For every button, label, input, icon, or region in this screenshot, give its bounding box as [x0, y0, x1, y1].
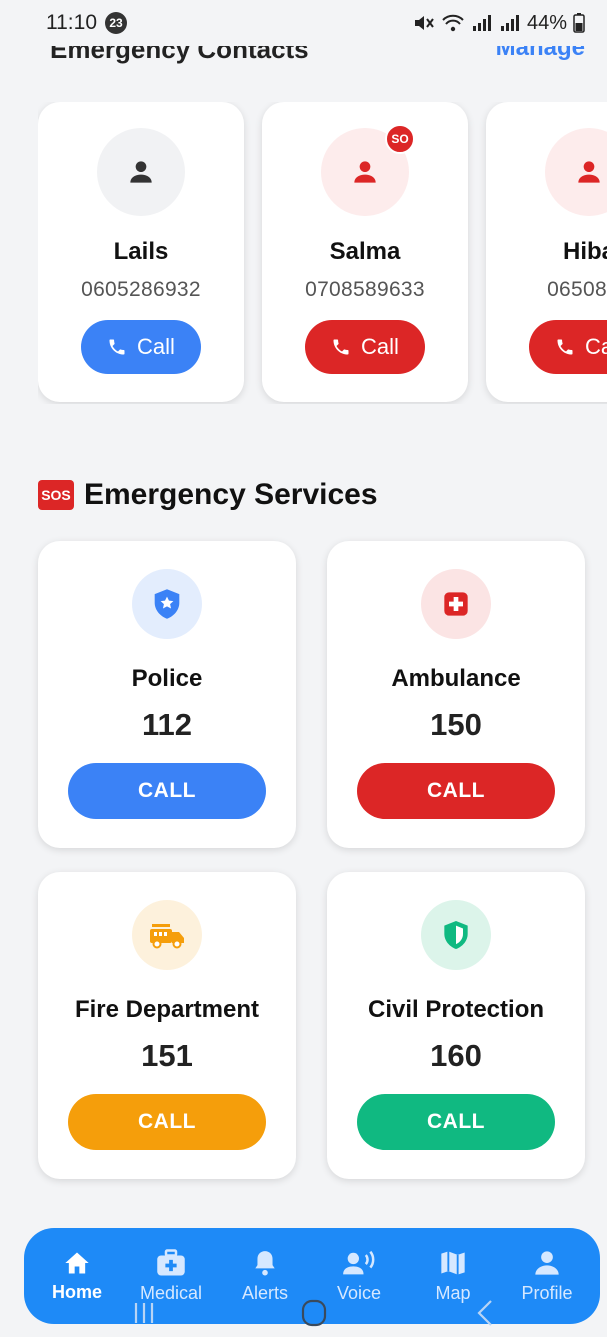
call-contact-button[interactable]: Call	[81, 320, 201, 374]
person-icon	[130, 161, 152, 183]
call-civil-protection-button[interactable]: CALL	[357, 1094, 555, 1150]
nav-item-map[interactable]: Map	[407, 1249, 499, 1304]
contact-phone: 0605286932	[81, 278, 201, 301]
wifi-icon	[442, 14, 464, 32]
contact-card[interactable]: SO Salma 0708589633 Call	[262, 102, 468, 402]
call-label: Call	[137, 334, 175, 359]
avatar	[545, 128, 607, 216]
status-time: 11:10	[46, 11, 97, 34]
service-card-fire-department[interactable]: Fire Department 151 CALL	[38, 872, 296, 1179]
status-right: 44%	[413, 12, 585, 35]
status-bar: 11:10 23 44%	[0, 0, 607, 46]
notification-count-badge: 23	[105, 12, 127, 34]
person-icon	[354, 161, 376, 183]
contacts-carousel[interactable]: Lails 0605286932 Call SO Salma 070858963…	[38, 102, 607, 404]
service-number: 151	[141, 1038, 193, 1073]
service-name: Fire Department	[74, 996, 260, 1023]
shield-star-icon	[154, 589, 180, 619]
service-number: 150	[430, 707, 482, 742]
mute-icon	[414, 16, 434, 30]
contact-phone: 0708589633	[305, 278, 425, 301]
call-label: Call	[361, 334, 399, 359]
service-card-police[interactable]: Police 112 CALL	[38, 541, 296, 848]
signal-icon	[472, 15, 491, 31]
nav-item-profile[interactable]: Profile	[501, 1249, 593, 1304]
service-name: Police	[131, 665, 203, 692]
avatar: SO	[321, 124, 415, 216]
shield-half-icon	[444, 921, 468, 949]
nav-label: Map	[435, 1282, 471, 1303]
nav-label: Home	[51, 1281, 102, 1302]
contact-name: Hiba	[562, 238, 607, 265]
call-police-button[interactable]: CALL	[68, 763, 266, 819]
medical-kit-icon	[157, 1248, 185, 1275]
contact-card[interactable]: Hiba 0650801 Call	[486, 102, 607, 402]
call-label: Call	[585, 334, 607, 359]
nav-item-home[interactable]: Home	[31, 1250, 123, 1303]
signal-icon-2	[500, 15, 519, 31]
nav-label: Alerts	[241, 1282, 288, 1303]
call-fire-department-button[interactable]: CALL	[68, 1094, 266, 1150]
nav-item-medical[interactable]: Medical	[125, 1248, 217, 1304]
contact-phone: 0650801	[547, 278, 607, 301]
bell-icon	[255, 1250, 275, 1275]
battery-icon	[573, 13, 585, 33]
contact-name: Salma	[329, 238, 401, 265]
nav-label: Voice	[336, 1282, 382, 1303]
battery-percent: 44%	[526, 11, 567, 34]
home-icon	[65, 1252, 89, 1273]
service-card-civil-protection[interactable]: Civil Protection 160 CALL	[327, 872, 585, 1179]
service-name: Civil Protection	[367, 996, 545, 1023]
fire-truck-icon	[150, 924, 184, 949]
call-ambulance-button[interactable]: CALL	[357, 763, 555, 819]
phone-icon	[557, 339, 573, 355]
service-card-ambulance[interactable]: Ambulance 150 CALL	[327, 541, 585, 848]
nav-label: Profile	[521, 1282, 573, 1303]
services-title: Emergency Services	[84, 478, 378, 511]
medical-cross-icon	[444, 592, 468, 616]
call-contact-button[interactable]: Call	[529, 320, 607, 374]
nav-label: Medical	[139, 1282, 203, 1303]
service-icon-wrap	[421, 569, 491, 639]
person-icon	[535, 1250, 559, 1275]
contact-name: Lails	[113, 238, 169, 265]
service-number: 112	[141, 707, 192, 742]
phone-icon	[333, 339, 349, 355]
service-number: 160	[430, 1038, 482, 1073]
status-left: 11:10 23	[46, 11, 127, 35]
avatar	[97, 128, 185, 216]
service-icon-wrap	[132, 569, 202, 639]
contact-card[interactable]: Lails 0605286932 Call	[38, 102, 244, 402]
phone-icon	[109, 339, 125, 355]
service-name: Ambulance	[391, 665, 521, 692]
call-contact-button[interactable]: Call	[305, 320, 425, 374]
sos-icon: SOS	[38, 480, 74, 510]
sos-badge: SO	[385, 124, 415, 154]
services-section-header: SOS Emergency Services	[38, 478, 378, 512]
voice-icon	[343, 1250, 375, 1274]
service-icon-wrap	[421, 900, 491, 970]
bottom-nav: Home Medical Alerts Voice Map Profile	[24, 1228, 600, 1324]
service-icon-wrap	[132, 900, 202, 970]
map-icon	[441, 1250, 465, 1275]
nav-item-voice[interactable]: Voice	[313, 1249, 405, 1304]
nav-item-alerts[interactable]: Alerts	[219, 1249, 311, 1304]
person-icon	[578, 161, 600, 183]
